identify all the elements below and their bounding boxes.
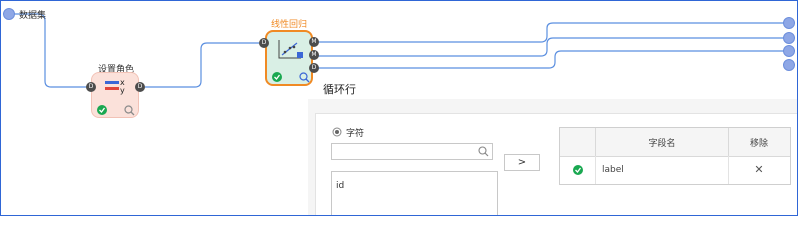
selected-fields-table: 字段名 移除 label ✕ — [559, 127, 791, 185]
target-port-4[interactable] — [783, 59, 795, 71]
linear-regression-output-port-m1[interactable]: M — [309, 37, 319, 47]
radio-button[interactable] — [332, 127, 342, 137]
linear-regression-output-port-d[interactable]: D — [309, 63, 319, 73]
table-header: 字段名 移除 — [560, 128, 790, 157]
linear-regression-node[interactable] — [265, 30, 313, 86]
field-name-cell: label — [602, 165, 624, 175]
linear-regression-title: 线性回归 — [271, 20, 308, 30]
search-icon[interactable] — [299, 72, 310, 83]
linear-regression-output-port-m2[interactable]: M — [309, 50, 319, 60]
workflow-canvas: 数据集 设置角色 x y D D 线性回归 D M M D 循环行 字符 > i… — [0, 0, 798, 216]
search-icon[interactable] — [124, 105, 135, 116]
radio-label: 字符 — [346, 129, 365, 139]
target-port-3[interactable] — [783, 45, 795, 57]
dataset-label: 数据集 — [19, 11, 47, 21]
dataset-output-port[interactable] — [3, 8, 15, 20]
available-fields-list[interactable]: id — [331, 171, 498, 215]
search-icon[interactable] — [478, 146, 489, 157]
header-field-name: 字段名 — [648, 139, 676, 149]
set-role-input-port[interactable]: D — [86, 82, 96, 92]
table-row[interactable]: label ✕ — [560, 156, 790, 184]
set-role-output-port[interactable]: D — [135, 82, 145, 92]
field-search-input[interactable] — [331, 143, 493, 160]
set-role-node[interactable]: x y — [91, 72, 139, 118]
role-legend-icon — [105, 81, 119, 90]
legend-y-label: y — [120, 86, 125, 95]
panel-title: 循环行 — [323, 83, 356, 96]
check-circle-icon — [573, 165, 583, 175]
regression-chart-icon — [278, 40, 303, 59]
target-port-2[interactable] — [783, 32, 795, 44]
header-remove: 移除 — [749, 139, 768, 149]
check-circle-icon — [272, 72, 282, 82]
remove-button[interactable]: ✕ — [729, 163, 789, 176]
linear-regression-input-port[interactable]: D — [259, 38, 269, 48]
target-port-1[interactable] — [783, 17, 795, 29]
check-circle-icon — [97, 105, 107, 115]
list-item[interactable]: id — [336, 181, 344, 191]
move-right-button[interactable]: > — [504, 154, 540, 171]
